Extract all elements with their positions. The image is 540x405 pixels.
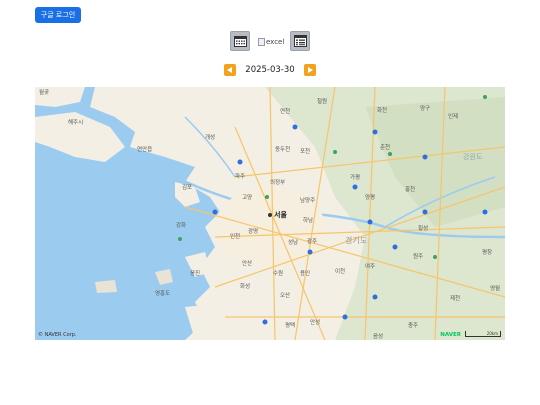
map-label: 하남 bbox=[303, 216, 313, 224]
map-label: 광명 bbox=[248, 228, 258, 235]
map-label: 인천 bbox=[230, 232, 240, 240]
excel-alt-text: excel bbox=[266, 38, 285, 46]
broken-image-icon bbox=[258, 38, 265, 46]
map-label: 동두천 bbox=[275, 145, 290, 153]
prev-date-button[interactable] bbox=[224, 64, 236, 76]
map-label: 양구 bbox=[420, 104, 430, 112]
map-label: 연천 bbox=[280, 107, 290, 115]
map-view[interactable]: 월곶 연천 철원 화천 양구 인제 개성 해주시 연안읍 동두천 포천 가평 춘… bbox=[35, 87, 505, 340]
naver-logo: NAVER bbox=[440, 332, 461, 338]
map-label: 남양주 bbox=[300, 196, 315, 204]
map-label: 서울 bbox=[274, 210, 287, 219]
map-label: 횡성 bbox=[418, 224, 428, 232]
current-date: 2025-03-30 bbox=[245, 65, 295, 75]
map-label: 해주시 bbox=[68, 118, 83, 126]
map-label: 화천 bbox=[377, 106, 387, 114]
map-label: 강원도 bbox=[463, 152, 483, 161]
map-label: 여주 bbox=[365, 262, 375, 270]
map-label: 철원 bbox=[317, 97, 327, 105]
map-label: 영월 bbox=[490, 284, 500, 292]
map-copyright: © NAVER Corp. bbox=[38, 332, 77, 338]
calendar-button[interactable] bbox=[230, 31, 250, 51]
map-label: 인제 bbox=[448, 112, 458, 120]
triangle-right-icon bbox=[308, 67, 313, 73]
map-label: 제천 bbox=[450, 294, 460, 302]
map-label: 개성 bbox=[205, 133, 215, 141]
map-label: 용인 bbox=[300, 270, 310, 277]
map-label: 충주 bbox=[408, 321, 418, 329]
map-label: 오산 bbox=[280, 291, 290, 299]
map-label: 안산 bbox=[242, 259, 252, 267]
map-label: 이천 bbox=[335, 267, 345, 275]
map-label: 성남 bbox=[288, 238, 298, 246]
map-label: 양평 bbox=[365, 193, 375, 201]
map-label: 안성 bbox=[310, 318, 320, 326]
excel-download-image[interactable]: excel bbox=[258, 36, 284, 48]
list-icon bbox=[293, 35, 307, 47]
date-navigator: 2025-03-30 bbox=[0, 63, 540, 77]
map-scale-label: 20km bbox=[486, 331, 498, 336]
map-canvas[interactable]: 월곶 연천 철원 화천 양구 인제 개성 해주시 연안읍 동두천 포천 가평 춘… bbox=[35, 87, 505, 340]
map-label: 월곶 bbox=[39, 88, 49, 96]
map-label: 평창 bbox=[482, 248, 492, 256]
map-label: 연안읍 bbox=[137, 145, 152, 153]
next-date-button[interactable] bbox=[304, 64, 316, 76]
map-label: 김포 bbox=[182, 184, 192, 191]
map-label: 강화 bbox=[176, 222, 186, 229]
map-label: 원주 bbox=[413, 252, 423, 260]
map-label: 춘천 bbox=[380, 143, 390, 151]
calendar-icon bbox=[233, 36, 247, 47]
map-label: 음성 bbox=[373, 332, 383, 340]
map-label: 광주 bbox=[307, 238, 317, 245]
list-button[interactable] bbox=[290, 31, 310, 51]
triangle-left-icon bbox=[227, 67, 232, 73]
map-label: 화성 bbox=[240, 282, 250, 290]
map-label: 경기도 bbox=[345, 235, 367, 245]
map-label: 고양 bbox=[242, 193, 252, 201]
map-label: 옹진 bbox=[190, 269, 200, 277]
toolbar: excel bbox=[0, 31, 540, 51]
map-label: 홍천 bbox=[405, 185, 415, 193]
map-label: 가평 bbox=[350, 173, 360, 181]
map-scale-bar: 20km bbox=[465, 331, 501, 337]
map-label: 평택 bbox=[285, 322, 295, 329]
map-label: 의정부 bbox=[270, 179, 285, 186]
map-label: 파주 bbox=[235, 172, 245, 180]
map-label: 수원 bbox=[273, 269, 283, 277]
google-login-button[interactable]: 구글 로그인 bbox=[35, 7, 81, 23]
map-label: 영흥도 bbox=[155, 289, 170, 297]
map-label: 포천 bbox=[300, 147, 310, 155]
